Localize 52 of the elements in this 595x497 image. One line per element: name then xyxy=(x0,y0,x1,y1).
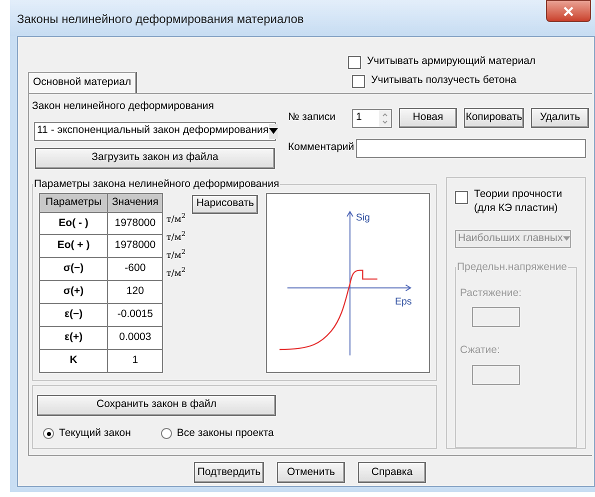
radio-label: Текущий закон xyxy=(59,426,131,441)
table-cell: ε(+) xyxy=(40,326,108,350)
tab[interactable]: Основной материал xyxy=(28,72,136,93)
axis-label: Eps xyxy=(394,296,412,308)
unit-label: т/м$^{2}$ xyxy=(166,214,186,227)
option-label: Теории прочности (для КЭ пластин) xyxy=(474,186,564,215)
button[interactable]: Копировать xyxy=(464,108,524,128)
column-header: Параметры xyxy=(40,193,108,212)
checkbox[interactable] xyxy=(352,74,366,88)
dropdown-arrow-icon xyxy=(268,128,278,134)
dropdown-arrow-icon xyxy=(562,236,570,242)
radio-button[interactable] xyxy=(43,428,54,440)
law-dropdown[interactable]: 11 - экспоненциальный закон деформирования xyxy=(34,122,276,141)
close-button[interactable] xyxy=(546,0,591,22)
button[interactable]: Подтвердить xyxy=(194,462,264,483)
group-title: Параметры закона нелинейного деформирования xyxy=(33,176,280,192)
button[interactable]: Отменить xyxy=(277,462,345,483)
field-label: Растяжение: xyxy=(460,286,523,300)
field-label: Комментарий xyxy=(288,140,354,156)
table-cell: 0.0003 xyxy=(108,326,163,350)
unit-label: т/м$^{2}$ xyxy=(166,250,186,263)
field-label: Закон нелинейного деформирования xyxy=(32,99,215,114)
option-label: Учитывать ползучесть бетона xyxy=(371,73,516,88)
window-title: Законы нелинейного деформирования материалов xyxy=(17,11,304,28)
table-cell: 120 xyxy=(108,280,163,304)
unit-label: т/м$^{2}$ xyxy=(166,268,186,281)
field-label: Сжатие: xyxy=(460,343,501,358)
button[interactable]: Новая xyxy=(399,108,457,128)
axis-label: Sig xyxy=(356,212,370,223)
group-title: Предельн.напряжение xyxy=(456,260,568,275)
checkbox[interactable] xyxy=(348,56,361,68)
table-cell: K xyxy=(40,349,108,372)
button[interactable]: Сохранить закон в файл xyxy=(37,394,276,416)
table-cell: 1 xyxy=(108,349,163,372)
checkbox[interactable] xyxy=(455,190,468,204)
button[interactable]: Нарисовать xyxy=(192,194,258,214)
spinner-arrows-icon xyxy=(379,110,391,126)
column-header: Значения xyxy=(108,193,163,212)
record-spinner[interactable]: 1 xyxy=(352,108,392,128)
radio-button[interactable] xyxy=(160,428,172,440)
unit-label: т/м$^{2}$ xyxy=(166,232,186,245)
table-cell: σ(+) xyxy=(40,280,108,304)
comment-field[interactable] xyxy=(356,138,586,158)
field-label: № записи xyxy=(288,110,337,126)
button[interactable]: Загрузить закон из файла xyxy=(35,148,275,169)
table-cell: -0.0015 xyxy=(108,303,163,326)
option-label: Учитывать армирующий материал xyxy=(367,54,536,70)
radio-label: Все законы проекта xyxy=(176,426,274,441)
button[interactable]: Справка xyxy=(358,462,426,483)
table-cell: ε(−) xyxy=(40,303,108,326)
button[interactable]: Удалить xyxy=(531,108,589,128)
close-icon xyxy=(563,6,574,16)
